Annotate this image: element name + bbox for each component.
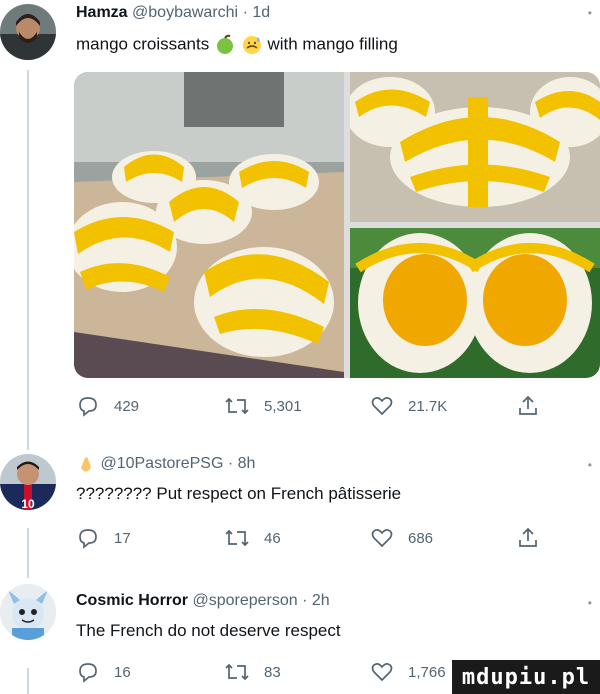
- timestamp[interactable]: · 8h: [228, 455, 256, 472]
- reply-count: 16: [114, 663, 131, 681]
- author-handle[interactable]: @sporeperson: [192, 592, 297, 609]
- like-button[interactable]: 1,766: [370, 660, 446, 684]
- clap-icon: [81, 457, 91, 472]
- reply-icon: [79, 663, 97, 683]
- like-button[interactable]: 21.7K: [370, 394, 447, 418]
- timestamp[interactable]: · 1d: [243, 4, 271, 21]
- retweet-count: 5,301: [264, 397, 302, 415]
- share-icon: [519, 395, 537, 415]
- reply-count: 17: [114, 529, 131, 547]
- reply-button[interactable]: 429: [76, 394, 139, 418]
- author-handle[interactable]: @10PastorePSG: [100, 455, 223, 472]
- reply-button[interactable]: 17: [76, 526, 131, 550]
- avatar[interactable]: [0, 4, 56, 60]
- like-count: 1,766: [408, 663, 446, 681]
- reply-button[interactable]: 16: [76, 660, 131, 684]
- thread-line: [27, 528, 29, 578]
- retweet-button[interactable]: 5,301: [224, 394, 302, 418]
- tweet-text: The French do not deserve respect: [76, 621, 341, 640]
- retweet-icon: [225, 663, 249, 681]
- svg-text:10: 10: [21, 497, 35, 510]
- more-icon[interactable]: •: [588, 596, 592, 610]
- share-icon: [519, 527, 537, 547]
- photo-tray-croissants[interactable]: [74, 72, 344, 378]
- thread-line: [27, 70, 29, 450]
- author-handle[interactable]: @boybawarchi: [132, 4, 238, 21]
- media-grid[interactable]: [74, 72, 600, 378]
- retweet-icon: [225, 529, 249, 547]
- author-name[interactable]: Cosmic Horror: [76, 592, 188, 609]
- retweet-count: 83: [264, 663, 281, 681]
- share-button[interactable]: [516, 394, 540, 418]
- heart-icon: [371, 397, 393, 416]
- retweet-button[interactable]: 83: [224, 660, 281, 684]
- avatar[interactable]: 10: [0, 454, 56, 510]
- green-apple-icon: [216, 34, 233, 54]
- reply-icon: [79, 397, 97, 417]
- like-count: 21.7K: [408, 397, 448, 415]
- tweet-header: @10PastorePSG · 8h: [76, 454, 255, 474]
- sweat-face-icon: [242, 36, 261, 54]
- author-name[interactable]: Hamza: [76, 4, 128, 21]
- tweet-header: Cosmic Horror @sporeperson · 2h: [76, 592, 330, 610]
- tweet-text: ???????? Put respect on French pâtisseri…: [76, 484, 402, 503]
- photo-croissant-closeup[interactable]: [350, 72, 600, 222]
- like-button[interactable]: 686: [370, 526, 433, 550]
- reply-count: 429: [114, 397, 140, 415]
- tweet-header: Hamza @boybawarchi · 1d: [76, 4, 270, 22]
- tweet-text-part: with mango filling: [267, 34, 398, 54]
- heart-icon: [371, 663, 393, 682]
- tweet-actions: 17 46 686: [76, 526, 546, 554]
- heart-icon: [371, 529, 393, 548]
- tweet-text: mango croissants with mango filling: [76, 34, 398, 56]
- photo-croissant-filling[interactable]: [350, 228, 600, 378]
- reply-icon: [79, 529, 97, 549]
- more-icon[interactable]: •: [588, 6, 592, 20]
- retweet-count: 46: [264, 529, 281, 547]
- timestamp[interactable]: · 2h: [302, 592, 330, 609]
- watermark: mdupiu.pl: [452, 660, 600, 694]
- more-icon[interactable]: •: [588, 458, 592, 472]
- avatar[interactable]: [0, 584, 56, 640]
- retweet-icon: [225, 397, 249, 415]
- tweet-actions: 429 5,301 21.7K: [76, 394, 546, 422]
- tweet-text-part: mango croissants: [76, 34, 210, 54]
- thread-line: [27, 668, 29, 694]
- share-button[interactable]: [516, 526, 540, 550]
- like-count: 686: [408, 529, 434, 547]
- retweet-button[interactable]: 46: [224, 526, 281, 550]
